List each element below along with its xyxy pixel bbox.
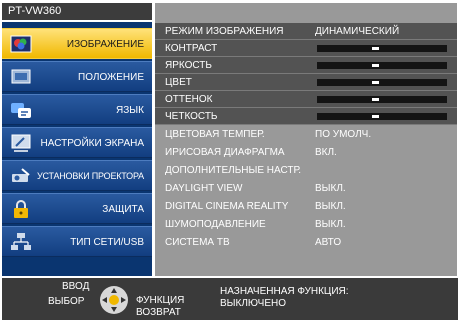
menu-row-contrast[interactable]: КОНТРАСТ (155, 40, 457, 57)
menu-row-label: ЦВЕТОВАЯ ТЕМПЕР. (165, 129, 265, 140)
sidebar-item-position[interactable]: ПОЛОЖЕНИЕ (2, 61, 152, 92)
network-icon (10, 232, 32, 252)
menu-row-value: ВЫКЛ. (315, 219, 346, 230)
menu-row-label: ОТТЕНОК (165, 94, 213, 105)
menu-row-label: DAYLIGHT VIEW (165, 183, 243, 194)
menu-row-tv-system[interactable]: СИСТЕМА ТВ АВТО (155, 234, 457, 251)
sidebar-item-language[interactable]: ЯЗЫК (2, 94, 152, 125)
menu-row-label: РЕЖИМ ИЗОБРАЖЕНИЯ (165, 26, 284, 37)
assigned-function-label: НАЗНАЧЕННАЯ ФУНКЦИЯ: (220, 286, 349, 297)
sidebar-item-picture[interactable]: ИЗОБРАЖЕНИЕ (2, 28, 152, 59)
lock-icon (10, 199, 32, 219)
sidebar-item-network-usb[interactable]: ТИП СЕТИ/USB (2, 226, 152, 257)
slider-knob[interactable] (372, 81, 379, 84)
color-slider[interactable] (317, 79, 447, 86)
sharpness-slider[interactable] (317, 113, 447, 120)
sidebar-item-label: ПОЛОЖЕНИЕ (78, 72, 144, 83)
sidebar-item-label: ТИП СЕТИ/USB (70, 237, 144, 248)
menu-row-sharpness[interactable]: ЧЕТКОСТЬ (155, 108, 457, 125)
menu-row-value: ПО УМОЛЧ. (315, 129, 372, 140)
menu-row-value: ВКЛ. (315, 147, 337, 158)
menu-row-label: ДОПОЛНИТЕЛЬНЫЕ НАСТР. (165, 165, 302, 176)
select-hint: ВЫБОР (48, 296, 85, 307)
picture-icon (10, 34, 32, 54)
menu-row-digital-cinema-reality[interactable]: DIGITAL CINEMA REALITY ВЫКЛ. (155, 198, 457, 215)
menu-row-advanced-settings[interactable]: ДОПОЛНИТЕЛЬНЫЕ НАСТР. (155, 162, 457, 179)
brightness-slider[interactable] (317, 62, 447, 69)
projector-osd: PT-VW360 ИЗОБРАЖЕНИЕ ПОЛОЖЕНИЕ ЯЗЫК НАСТ… (0, 0, 460, 322)
sidebar-item-label: НАСТРОЙКИ ЭКРАНА (40, 138, 144, 149)
menu-row-daylight-view[interactable]: DAYLIGHT VIEW ВЫКЛ. (155, 180, 457, 197)
menu-row-label: DIGITAL CINEMA REALITY (165, 201, 289, 212)
slider-knob[interactable] (372, 64, 379, 67)
tint-slider[interactable] (317, 96, 447, 103)
screen-settings-icon (10, 133, 32, 153)
menu-row-label: ЦВЕТ (165, 77, 192, 88)
enter-hint: ВВОД (62, 281, 90, 292)
return-hint: ВОЗВРАТ (136, 307, 181, 318)
language-icon (10, 100, 32, 120)
menu-row-label: КОНТРАСТ (165, 43, 218, 54)
menu-row-value: ВЫКЛ. (315, 183, 346, 194)
sidebar-item-label: УСТАНОВКИ ПРОЕКТОРА (36, 171, 144, 181)
menu-row-label: ЧЕТКОСТЬ (165, 111, 218, 122)
menu-row-label: ЯРКОСТЬ (165, 60, 212, 71)
function-hint: ФУНКЦИЯ (136, 295, 185, 306)
slider-knob[interactable] (372, 47, 379, 50)
assigned-function-value: ВЫКЛЮЧЕНО (220, 298, 287, 309)
menu-row-noise-reduction[interactable]: ШУМОПОДАВЛЕНИЕ ВЫКЛ. (155, 216, 457, 233)
menu-row-color-temperature[interactable]: ЦВЕТОВАЯ ТЕМПЕР. ПО УМОЛЧ. (155, 126, 457, 143)
model-title: PT-VW360 (2, 3, 152, 20)
menu-row-brightness[interactable]: ЯРКОСТЬ (155, 57, 457, 74)
projector-settings-icon (10, 166, 32, 186)
menu-row-label: ИРИСОВАЯ ДИАФРАГМА (165, 147, 285, 158)
menu-row-value: АВТО (315, 237, 342, 248)
position-icon (10, 67, 32, 87)
menu-row-value: ВЫКЛ. (315, 201, 346, 212)
sidebar-item-label: ЗАЩИТА (102, 204, 144, 215)
menu-row-label: ШУМОПОДАВЛЕНИЕ (165, 219, 266, 230)
menu-row-picture-mode[interactable]: РЕЖИМ ИЗОБРАЖЕНИЯ ДИНАМИЧЕСКИЙ (155, 23, 457, 40)
menu-row-dynamic-iris[interactable]: ИРИСОВАЯ ДИАФРАГМА ВКЛ. (155, 144, 457, 161)
sidebar: ИЗОБРАЖЕНИЕ ПОЛОЖЕНИЕ ЯЗЫК НАСТРОЙКИ ЭКР… (2, 22, 152, 276)
sidebar-item-screen-settings[interactable]: НАСТРОЙКИ ЭКРАНА (2, 127, 152, 158)
contrast-slider[interactable] (317, 45, 447, 52)
sidebar-item-label: ИЗОБРАЖЕНИЕ (66, 39, 144, 50)
slider-knob[interactable] (372, 115, 379, 118)
menu-row-label: СИСТЕМА ТВ (165, 237, 230, 248)
menu-row-value: ДИНАМИЧЕСКИЙ (315, 26, 400, 37)
menu-row-tint[interactable]: ОТТЕНОК (155, 91, 457, 108)
sidebar-item-security[interactable]: ЗАЩИТА (2, 193, 152, 224)
sidebar-item-projector-settings[interactable]: УСТАНОВКИ ПРОЕКТОРА (2, 160, 152, 191)
dpad-icon (98, 284, 130, 316)
sidebar-item-label: ЯЗЫК (116, 105, 144, 116)
picture-menu: РЕЖИМ ИЗОБРАЖЕНИЯ ДИНАМИЧЕСКИЙ КОНТРАСТ … (155, 3, 457, 276)
menu-row-color[interactable]: ЦВЕТ (155, 74, 457, 91)
slider-knob[interactable] (372, 98, 379, 101)
help-bar: ВВОД ВЫБОР ФУНКЦИЯ ВОЗВРАТ НАЗНАЧЕННАЯ Ф… (2, 278, 458, 320)
